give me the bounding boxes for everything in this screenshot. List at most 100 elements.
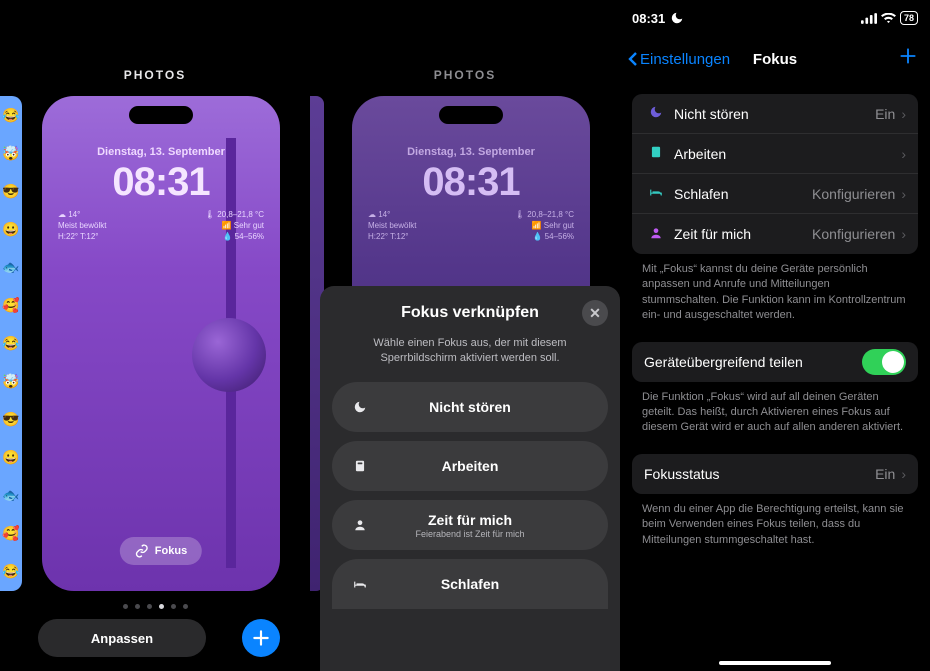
focus-option-label: Zeit für mich: [350, 512, 590, 528]
add-lockscreen-button[interactable]: [242, 619, 280, 657]
emoji-item: 😂: [2, 335, 19, 352]
lockscreen-widgets: ☁ 14° Meist bewölkt H:22° T:12° 🌡 20,8–2…: [368, 210, 574, 242]
focus-chip-label: Fokus: [155, 545, 187, 557]
link-focus-sheet: Fokus verknüpfen ✕ Wähle einen Fokus aus…: [320, 286, 620, 671]
emoji-item: 😎: [2, 411, 19, 428]
status-time: 08:31: [632, 11, 665, 26]
emoji-item: 😂: [2, 107, 19, 124]
bed-icon: [644, 185, 668, 202]
row-label: Arbeiten: [674, 146, 895, 162]
status-bar: 08:31 78: [632, 8, 918, 28]
focus-option-dnd[interactable]: Nicht stören: [332, 382, 608, 432]
close-button[interactable]: ✕: [582, 300, 608, 326]
chevron-left-icon: [628, 51, 638, 67]
emoji-item: 😀: [2, 449, 19, 466]
customize-button[interactable]: Anpassen: [38, 619, 206, 657]
emoji-item: 🐟: [2, 259, 19, 276]
focus-mode-row-sleep[interactable]: Schlafen Konfigurieren ›: [632, 174, 918, 214]
emoji-wallpaper-sliver[interactable]: 😂 🤯 😎 😀 🐟 🥰 😂 🤯 😎 😀 🐟 🥰 😂: [0, 96, 22, 591]
settings-content: Nicht stören Ein › Arbeiten › Schlafen K…: [632, 94, 918, 548]
settings-focus-screen: 08:31 78 Einstellungen Fokus Nicht störe…: [620, 0, 930, 671]
emoji-item: 🥰: [2, 297, 19, 314]
page-indicator[interactable]: [0, 604, 310, 609]
chevron-right-icon: ›: [901, 226, 906, 242]
emoji-item: 🥰: [2, 525, 19, 542]
lockscreen-gallery: PHOTOS 😂 🤯 😎 😀 🐟 🥰 😂 🤯 😎 😀 🐟 🥰 😂 Diensta…: [0, 0, 310, 671]
emoji-item: 🐟: [2, 487, 19, 504]
focus-status-card: Fokusstatus Ein ›: [632, 454, 918, 494]
toggle-switch[interactable]: [862, 349, 906, 375]
sheet-title: Fokus verknüpfen: [332, 304, 608, 322]
share-toggle-row[interactable]: Geräteübergreifend teilen: [632, 342, 918, 382]
home-indicator[interactable]: [719, 661, 831, 665]
moon-icon: [644, 105, 668, 122]
emoji-item: 🤯: [2, 373, 19, 390]
chevron-right-icon: ›: [901, 186, 906, 202]
cellular-icon: [861, 13, 877, 24]
focus-status-row[interactable]: Fokusstatus Ein ›: [632, 454, 918, 494]
customize-button-label: Anpassen: [91, 631, 153, 646]
focus-option-label: Nicht stören: [350, 399, 590, 415]
focus-modes-list: Nicht stören Ein › Arbeiten › Schlafen K…: [632, 94, 918, 254]
focus-option-label: Schlafen: [350, 576, 590, 592]
emoji-item: 😂: [2, 563, 19, 580]
modes-footer-text: Mit „Fokus“ kannst du deine Geräte persö…: [632, 254, 918, 324]
person-icon: [644, 226, 668, 243]
focus-option-subtitle: Feierabend ist Zeit für mich: [332, 529, 608, 539]
row-label: Geräteübergreifend teilen: [644, 354, 862, 370]
nav-bar: Einstellungen Fokus: [620, 42, 930, 76]
chevron-right-icon: ›: [901, 106, 906, 122]
focus-option-label: Arbeiten: [350, 458, 590, 474]
focus-option-list: Nicht stören Arbeiten Zeit für mich Feie…: [332, 382, 608, 609]
row-label: Fokusstatus: [644, 466, 875, 482]
wifi-icon: [881, 13, 896, 24]
status-footer-text: Wenn du einer App die Berechtigung ertei…: [632, 494, 918, 548]
lockscreen-date: Dienstag, 13. September: [42, 146, 280, 158]
weather-widget: ☁ 14° Meist bewölkt H:22° T:12°: [368, 210, 416, 242]
focus-option-work[interactable]: Arbeiten: [332, 441, 608, 491]
focus-link-chip[interactable]: Fokus: [120, 537, 202, 565]
dynamic-island: [129, 106, 193, 124]
add-focus-button[interactable]: [898, 46, 918, 72]
focus-option-personal[interactable]: Zeit für mich Feierabend ist Zeit für mi…: [332, 500, 608, 550]
row-label: Nicht stören: [674, 106, 875, 122]
back-button[interactable]: Einstellungen: [628, 51, 730, 68]
link-icon: [135, 544, 149, 558]
row-value: Ein: [875, 106, 895, 122]
row-value: Konfigurieren: [812, 186, 895, 202]
chevron-right-icon: ›: [901, 146, 906, 162]
lockscreen-time: 08:31: [42, 160, 280, 205]
plus-icon: [898, 46, 918, 66]
lockscreen-preview[interactable]: Dienstag, 13. September 08:31 ☁ 14° Meis…: [42, 96, 280, 591]
badge-icon: [644, 145, 668, 162]
emoji-item: 🤯: [2, 145, 19, 162]
chevron-right-icon: ›: [901, 466, 906, 482]
focus-option-sleep[interactable]: Schlafen: [332, 559, 608, 609]
sheet-subtitle: Wähle einen Fokus aus, der mit diesem Sp…: [332, 336, 608, 366]
battery-indicator: 78: [900, 11, 918, 25]
air-widget: 🌡 20,8–21,8 °C 📶 Sehr gut 💧 54–56%: [205, 210, 264, 242]
share-footer-text: Die Funktion „Fokus“ wird auf all deinen…: [632, 382, 918, 436]
lockscreen-gallery-sheet: PHOTOS Dienstag, 13. September 08:31 ☁ 1…: [310, 0, 620, 671]
row-label: Zeit für mich: [674, 226, 812, 242]
focus-mode-row-work[interactable]: Arbeiten ›: [632, 134, 918, 174]
air-widget: 🌡 20,8–21,8 °C 📶 Sehr gut 💧 54–56%: [515, 210, 574, 242]
row-value: Konfigurieren: [812, 226, 895, 242]
close-icon: ✕: [589, 305, 601, 322]
dynamic-island: [439, 106, 503, 124]
lockscreen-widgets: ☁ 14° Meist bewölkt H:22° T:12° 🌡 20,8–2…: [58, 210, 264, 242]
lockscreen-time: 08:31: [352, 160, 590, 205]
emoji-item: 😎: [2, 183, 19, 200]
row-value: Ein: [875, 466, 895, 482]
category-label: PHOTOS: [0, 68, 310, 82]
moon-icon: [670, 11, 684, 25]
weather-widget: ☁ 14° Meist bewölkt H:22° T:12°: [58, 210, 106, 242]
focus-mode-row-personal[interactable]: Zeit für mich Konfigurieren ›: [632, 214, 918, 254]
lockscreen-date: Dienstag, 13. September: [352, 146, 590, 158]
back-label: Einstellungen: [640, 51, 730, 68]
focus-mode-row-dnd[interactable]: Nicht stören Ein ›: [632, 94, 918, 134]
category-label: PHOTOS: [310, 68, 620, 82]
plus-icon: [251, 628, 271, 648]
row-label: Schlafen: [674, 186, 812, 202]
share-across-devices-card: Geräteübergreifend teilen: [632, 342, 918, 382]
